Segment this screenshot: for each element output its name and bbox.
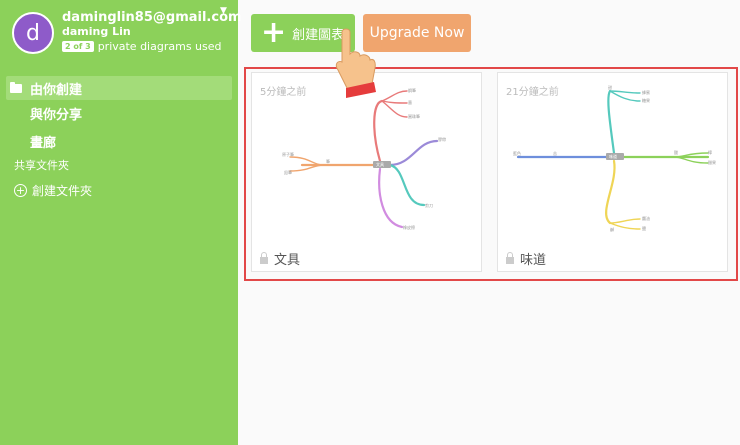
nav-gallery[interactable]: 畫廊 [6,129,232,153]
svg-text:醋果: 醋果 [708,159,716,165]
svg-text:剪刀: 剪刀 [425,202,433,208]
svg-text:文具: 文具 [376,161,384,167]
svg-text:苦: 苦 [553,150,557,156]
usage-text: private diagrams used [97,40,222,53]
svg-text:墨: 墨 [408,100,412,105]
create-folder-label: 創建文件夾 [32,184,93,198]
svg-text:原子筆: 原子筆 [282,151,294,157]
svg-text:圓珠筆: 圓珠筆 [408,113,420,119]
nav-created-by-you-label: 由你創建 [30,82,83,98]
pointing-hand-icon [335,28,376,98]
svg-text:鉛筆: 鉛筆 [284,169,292,175]
upgrade-now-button[interactable]: Upgrade Now [363,14,471,52]
nav-shared-with-you[interactable]: 與你分享 [6,101,232,125]
sidebar: d daminglin85@gmail.com daming Lin 2 of … [0,0,242,445]
svg-text:醬油: 醬油 [642,215,650,221]
card-title: 味道 [506,249,546,268]
svg-text:蜂蜜: 蜂蜜 [642,89,650,95]
shared-folders-heading: 共享文件夾 [14,159,69,172]
svg-text:鋼筆: 鋼筆 [408,87,416,93]
nav-shared-with-you-label: 與你分享 [30,107,83,123]
svg-text:酸: 酸 [674,149,678,155]
svg-text:橡皮擦: 橡皮擦 [403,224,415,230]
svg-text:鹽: 鹽 [642,225,646,231]
account-dropdown-icon[interactable]: ▼ [220,6,227,16]
create-folder-button[interactable]: + 創建文件夾 [14,182,92,199]
usage-badge: 2 of 3 [62,41,94,52]
card-title-text: 文具 [274,253,301,268]
svg-text:膠帶: 膠帶 [438,136,446,142]
mindmap-thumbnail: 味道 藍色 苦 甜 蜂蜜 糖果 酸 檸 醋果 鹹 醬油 鹽 [513,84,716,232]
svg-text:藍色: 藍色 [513,150,521,156]
plus-circle-icon: + [14,184,27,197]
svg-text:甜: 甜 [608,84,612,90]
diagram-card[interactable]: 21分鐘之前 味道 藍色 苦 甜 蜂蜜 糖果 酸 檸 醋果 鹹 醬油 鹽 味道 [497,72,728,272]
svg-text:筆: 筆 [326,158,330,164]
folder-icon [10,81,22,93]
svg-text:檸: 檸 [708,149,712,155]
svg-text:味道: 味道 [609,153,617,159]
plus-icon: + [261,15,287,50]
avatar[interactable]: d [12,12,54,54]
card-title-text: 味道 [520,253,547,268]
lock-icon [506,251,514,264]
lock-icon [260,251,268,264]
usage-info: 2 of 3 private diagrams used [62,40,222,53]
svg-text:糖果: 糖果 [642,97,650,103]
card-title: 文具 [260,249,300,268]
nav-gallery-label: 畫廊 [30,135,57,151]
nav-created-by-you[interactable]: 由你創建 [6,76,232,100]
user-email[interactable]: daminglin85@gmail.com [62,10,242,25]
svg-text:鹹: 鹹 [610,226,614,232]
user-name: daming Lin [62,25,131,38]
diagram-card[interactable]: 5分鐘之前 文具 筆 原子筆 鉛筆 鋼筆 墨 圓珠筆 膠帶 剪刀 橡皮擦 文具 [251,72,482,272]
